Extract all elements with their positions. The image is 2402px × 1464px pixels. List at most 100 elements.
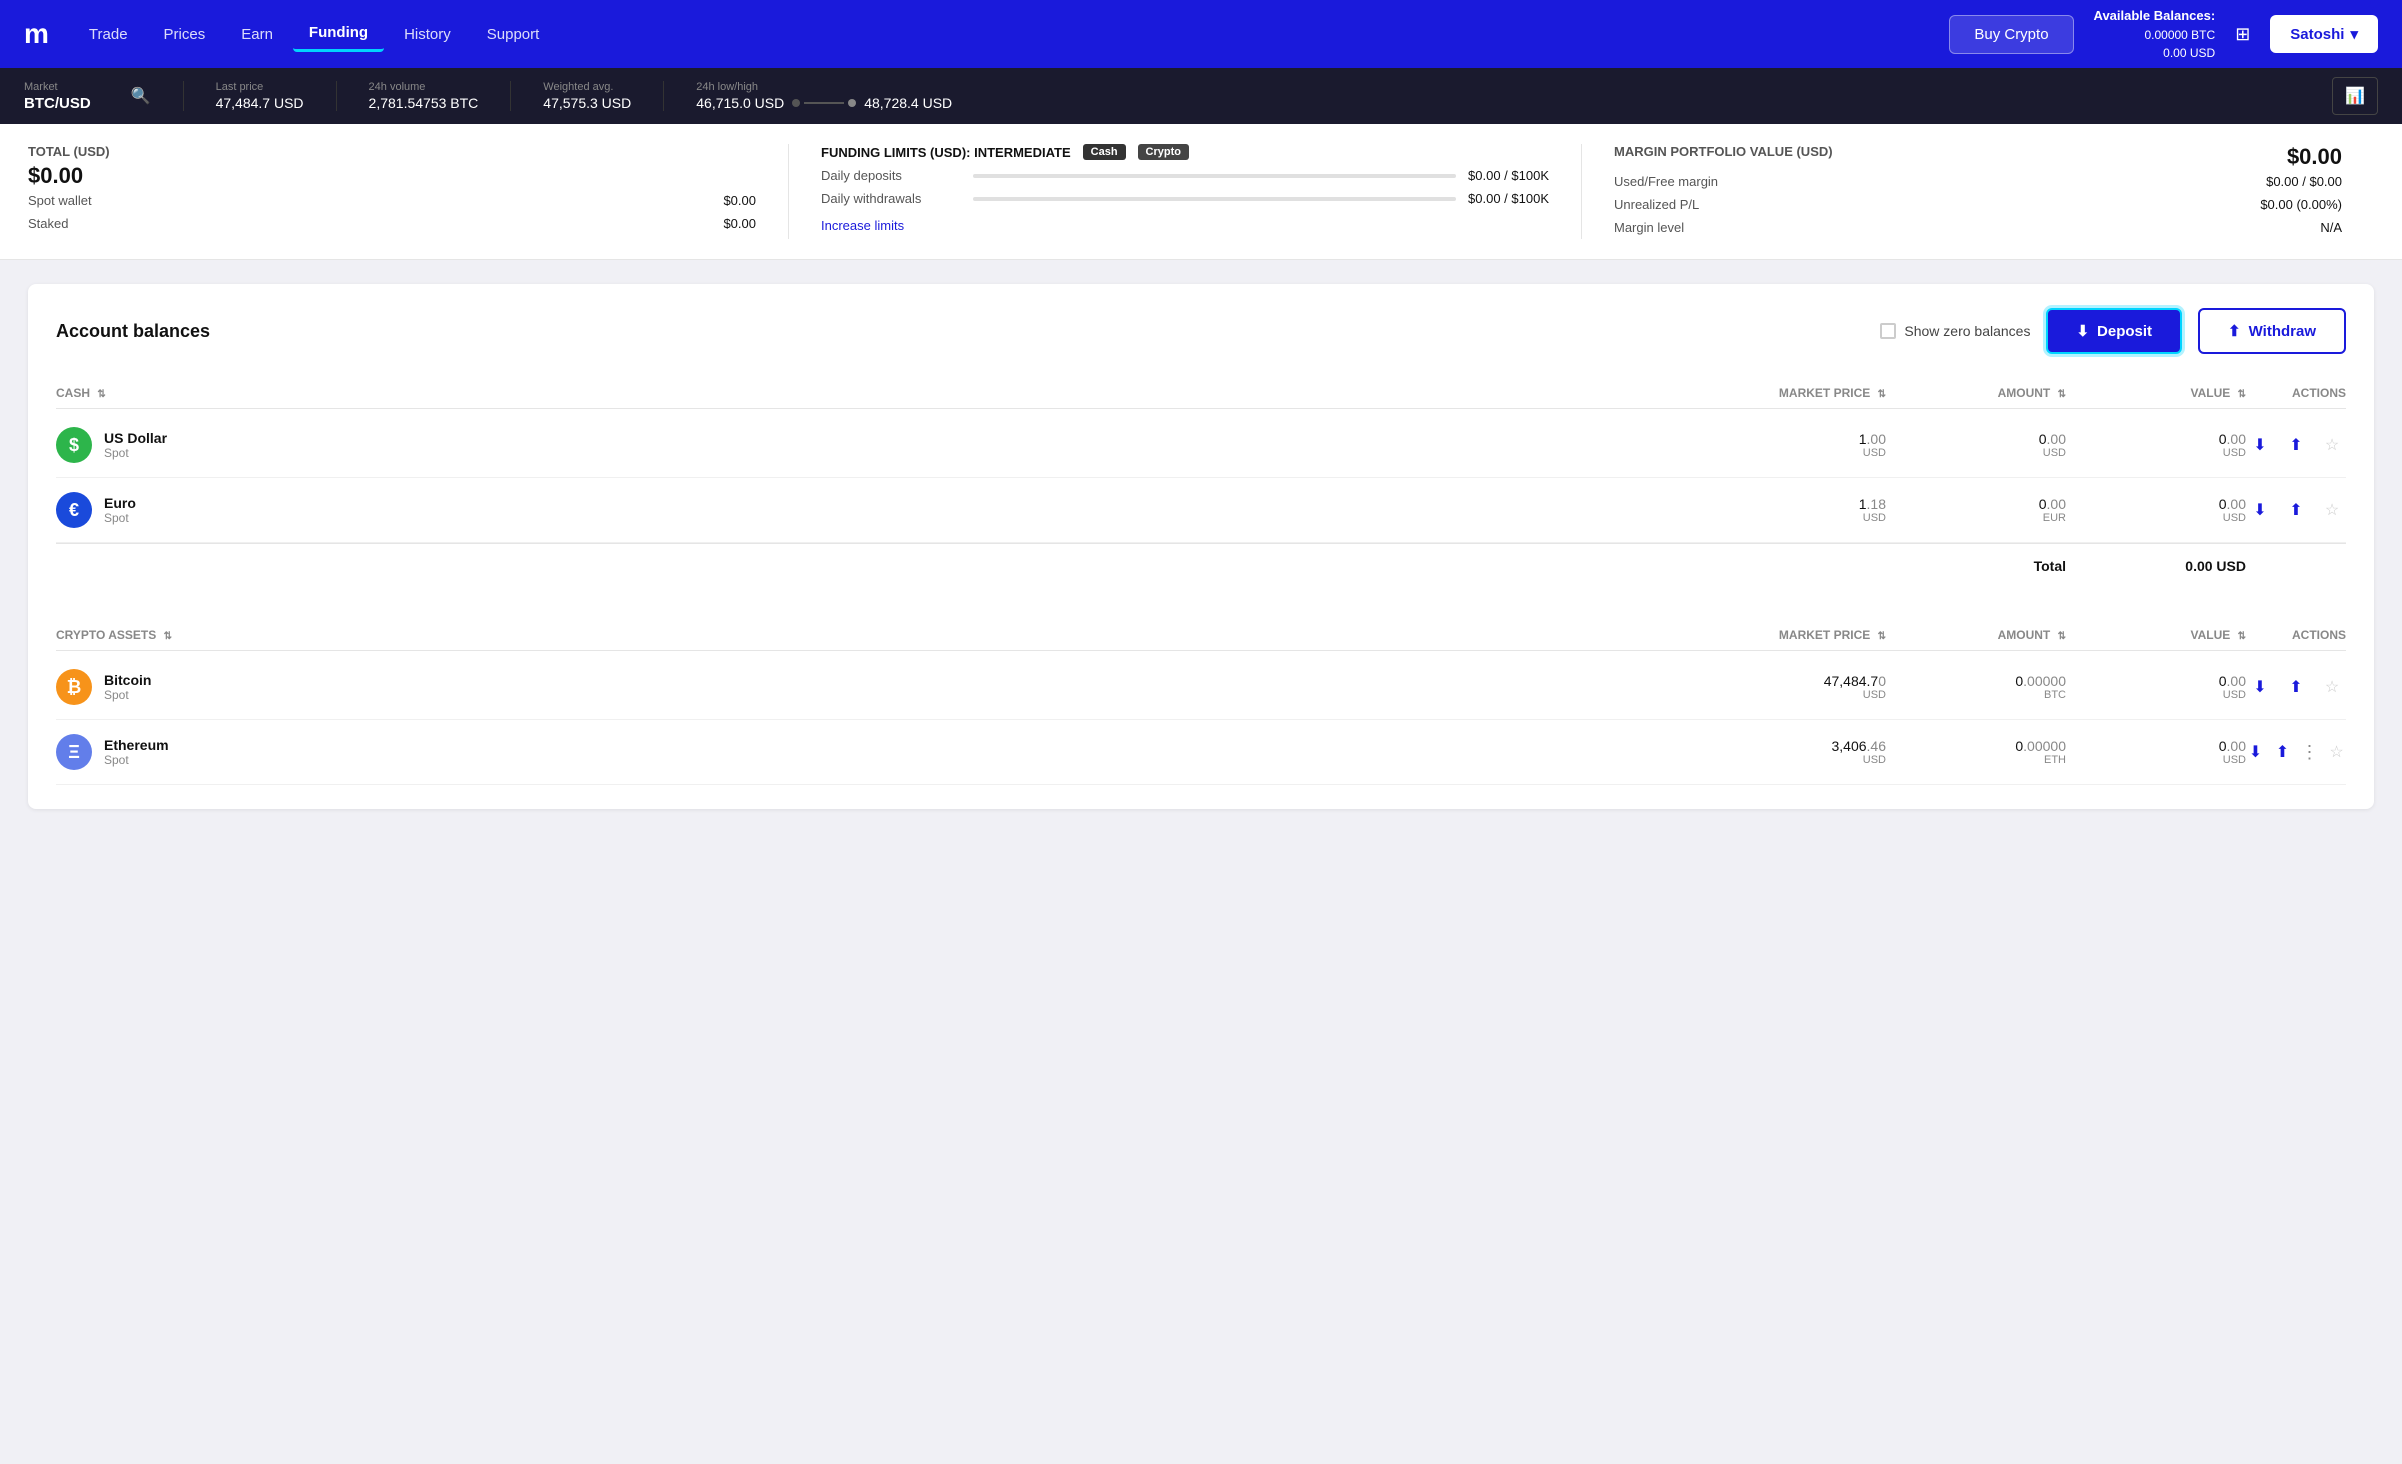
used-free-row: Used/Free margin $0.00 / $0.00 (1614, 170, 2342, 193)
show-zero-checkbox[interactable] (1880, 323, 1896, 339)
crypto-col-header[interactable]: CRYPTO ASSETS ⇅ (56, 628, 336, 642)
market-pair: BTC/USD (24, 95, 91, 112)
nav-prices[interactable]: Prices (148, 18, 222, 51)
chart-button[interactable]: 📊 (2332, 77, 2378, 115)
funding-limits-section: FUNDING LIMITS (USD): INTERMEDIATE Cash … (788, 144, 1581, 239)
cash-badge[interactable]: Cash (1083, 144, 1126, 160)
crypto-actions-col-header: ACTIONS (2246, 628, 2346, 642)
deposit-button[interactable]: ⬇ Deposit (2046, 308, 2182, 354)
withdraw-button[interactable]: ⬆ Withdraw (2198, 308, 2346, 354)
user-menu-button[interactable]: Satoshi ▾ (2270, 15, 2378, 53)
amount-sort-icon: ⇅ (2058, 389, 2066, 400)
username: Satoshi (2290, 26, 2344, 43)
grid-icon[interactable]: ⊞ (2235, 24, 2250, 45)
daily-deposits-row: Daily deposits $0.00 / $100K (821, 168, 1549, 183)
market-label: Market (24, 81, 91, 93)
asset-cell-eur: € Euro Spot (56, 492, 336, 528)
eur-withdraw-icon[interactable]: ⬆ (2282, 496, 2310, 524)
staked-row: Staked $0.00 (28, 212, 756, 235)
cash-total-value: 0.00 USD (2066, 558, 2246, 574)
btc-price-cell: 47,484.70 USD (336, 673, 1886, 701)
btc-star-icon[interactable]: ☆ (2318, 673, 2346, 701)
usd-price-currency: USD (336, 447, 1886, 459)
logo-icon[interactable]: m (24, 18, 49, 50)
eth-star-icon[interactable]: ☆ (2327, 738, 2346, 766)
weighted-avg-stat: Weighted avg. 47,575.3 USD (543, 81, 631, 111)
cash-total-label: Total (1886, 558, 2066, 574)
margin-level-value: N/A (2320, 220, 2342, 235)
usd-price: 1.00 (336, 431, 1886, 447)
eur-price-cell: 1.18 USD (336, 496, 1886, 524)
eth-deposit-icon[interactable]: ⬇ (2246, 738, 2265, 766)
show-zero-text: Show zero balances (1904, 323, 2030, 339)
search-icon[interactable]: 🔍 (131, 86, 151, 106)
available-balances-label: Available Balances: (2094, 6, 2216, 26)
nav-funding[interactable]: Funding (293, 16, 384, 52)
eur-star-icon[interactable]: ☆ (2318, 496, 2346, 524)
eur-value: 0.00 (2066, 496, 2246, 512)
eth-icon: Ξ (56, 734, 92, 770)
eur-deposit-icon[interactable]: ⬇ (2246, 496, 2274, 524)
market-price-col-header[interactable]: MARKET PRICE ⇅ (336, 386, 1886, 400)
usd-value-currency: USD (2066, 447, 2246, 459)
divider3 (510, 81, 511, 111)
spot-wallet-value: $0.00 (723, 193, 756, 208)
margin-title: MARGIN PORTFOLIO VALUE (USD) (1614, 144, 1833, 166)
btc-amount-cell: 0.00000 BTC (1886, 673, 2066, 701)
table-row: ₿ Bitcoin Spot 47,484.70 USD 0.00000 BTC… (56, 655, 2346, 720)
buy-crypto-button[interactable]: Buy Crypto (1949, 15, 2073, 54)
nav-history[interactable]: History (388, 18, 467, 51)
divider4 (663, 81, 664, 111)
usd-deposit-icon[interactable]: ⬇ (2246, 431, 2274, 459)
daily-withdrawals-row: Daily withdrawals $0.00 / $100K (821, 191, 1549, 206)
daily-withdrawals-value: $0.00 / $100K (1468, 191, 1549, 206)
btc-value: 0.00 (2066, 673, 2246, 689)
eur-icon: € (56, 492, 92, 528)
section-gap (56, 588, 2346, 620)
nav-earn[interactable]: Earn (225, 18, 289, 51)
btc-price-currency: USD (336, 689, 1886, 701)
crypto-market-price-sort-icon: ⇅ (1878, 631, 1886, 642)
eur-amount-cell: 0.00 EUR (1886, 496, 2066, 524)
nav-support[interactable]: Support (471, 18, 556, 51)
total-section: TOTAL (USD) $0.00 Spot wallet $0.00 Stak… (28, 144, 788, 239)
btc-deposit-icon[interactable]: ⬇ (2246, 673, 2274, 701)
usd-value-cell: 0.00 USD (2066, 431, 2246, 459)
crypto-value-col-header[interactable]: VALUE ⇅ (2066, 628, 2246, 642)
cash-col-header[interactable]: CASH ⇅ (56, 386, 336, 400)
margin-section: MARGIN PORTFOLIO VALUE (USD) $0.00 Used/… (1581, 144, 2374, 239)
weighted-value: 47,575.3 USD (543, 95, 631, 111)
increase-limits-link[interactable]: Increase limits (821, 218, 904, 233)
eth-name: Ethereum (104, 737, 169, 753)
cash-total-row: Total 0.00 USD (56, 543, 2346, 588)
crypto-amount-col-header[interactable]: AMOUNT ⇅ (1886, 628, 2066, 642)
eth-price-cell: 3,406.46 USD (336, 738, 1886, 766)
volume-value: 2,781.54753 BTC (369, 95, 479, 111)
spot-wallet-label: Spot wallet (28, 193, 92, 208)
crypto-value-sort-icon: ⇅ (2238, 631, 2246, 642)
divider2 (336, 81, 337, 111)
btc-withdraw-icon[interactable]: ⬆ (2282, 673, 2310, 701)
asset-cell-eth: Ξ Ethereum Spot (56, 734, 336, 770)
volume-label: 24h volume (369, 81, 479, 93)
eth-withdraw-icon[interactable]: ⬆ (2273, 738, 2292, 766)
usd-amount-currency: USD (1886, 447, 2066, 459)
unrealized-value: $0.00 (0.00%) (2260, 197, 2342, 212)
crypto-badge[interactable]: Crypto (1138, 144, 1189, 160)
eur-type: Spot (104, 511, 136, 525)
nav-trade[interactable]: Trade (73, 18, 144, 51)
amount-col-header[interactable]: AMOUNT ⇅ (1886, 386, 2066, 400)
eth-value: 0.00 (2066, 738, 2246, 754)
value-sort-icon: ⇅ (2238, 389, 2246, 400)
daily-withdrawals-bar (973, 197, 1456, 201)
eth-more-icon[interactable]: ⋮ (2300, 738, 2319, 766)
divider (183, 81, 184, 111)
show-zero-balances-label[interactable]: Show zero balances (1880, 323, 2030, 339)
eth-amount-currency: ETH (1886, 754, 2066, 766)
staked-label: Staked (28, 216, 68, 231)
crypto-market-price-col-header[interactable]: MARKET PRICE ⇅ (336, 628, 1886, 642)
available-balances: Available Balances: 0.00000 BTC 0.00 USD (2094, 6, 2216, 62)
usd-star-icon[interactable]: ☆ (2318, 431, 2346, 459)
value-col-header[interactable]: VALUE ⇅ (2066, 386, 2246, 400)
usd-withdraw-icon[interactable]: ⬆ (2282, 431, 2310, 459)
